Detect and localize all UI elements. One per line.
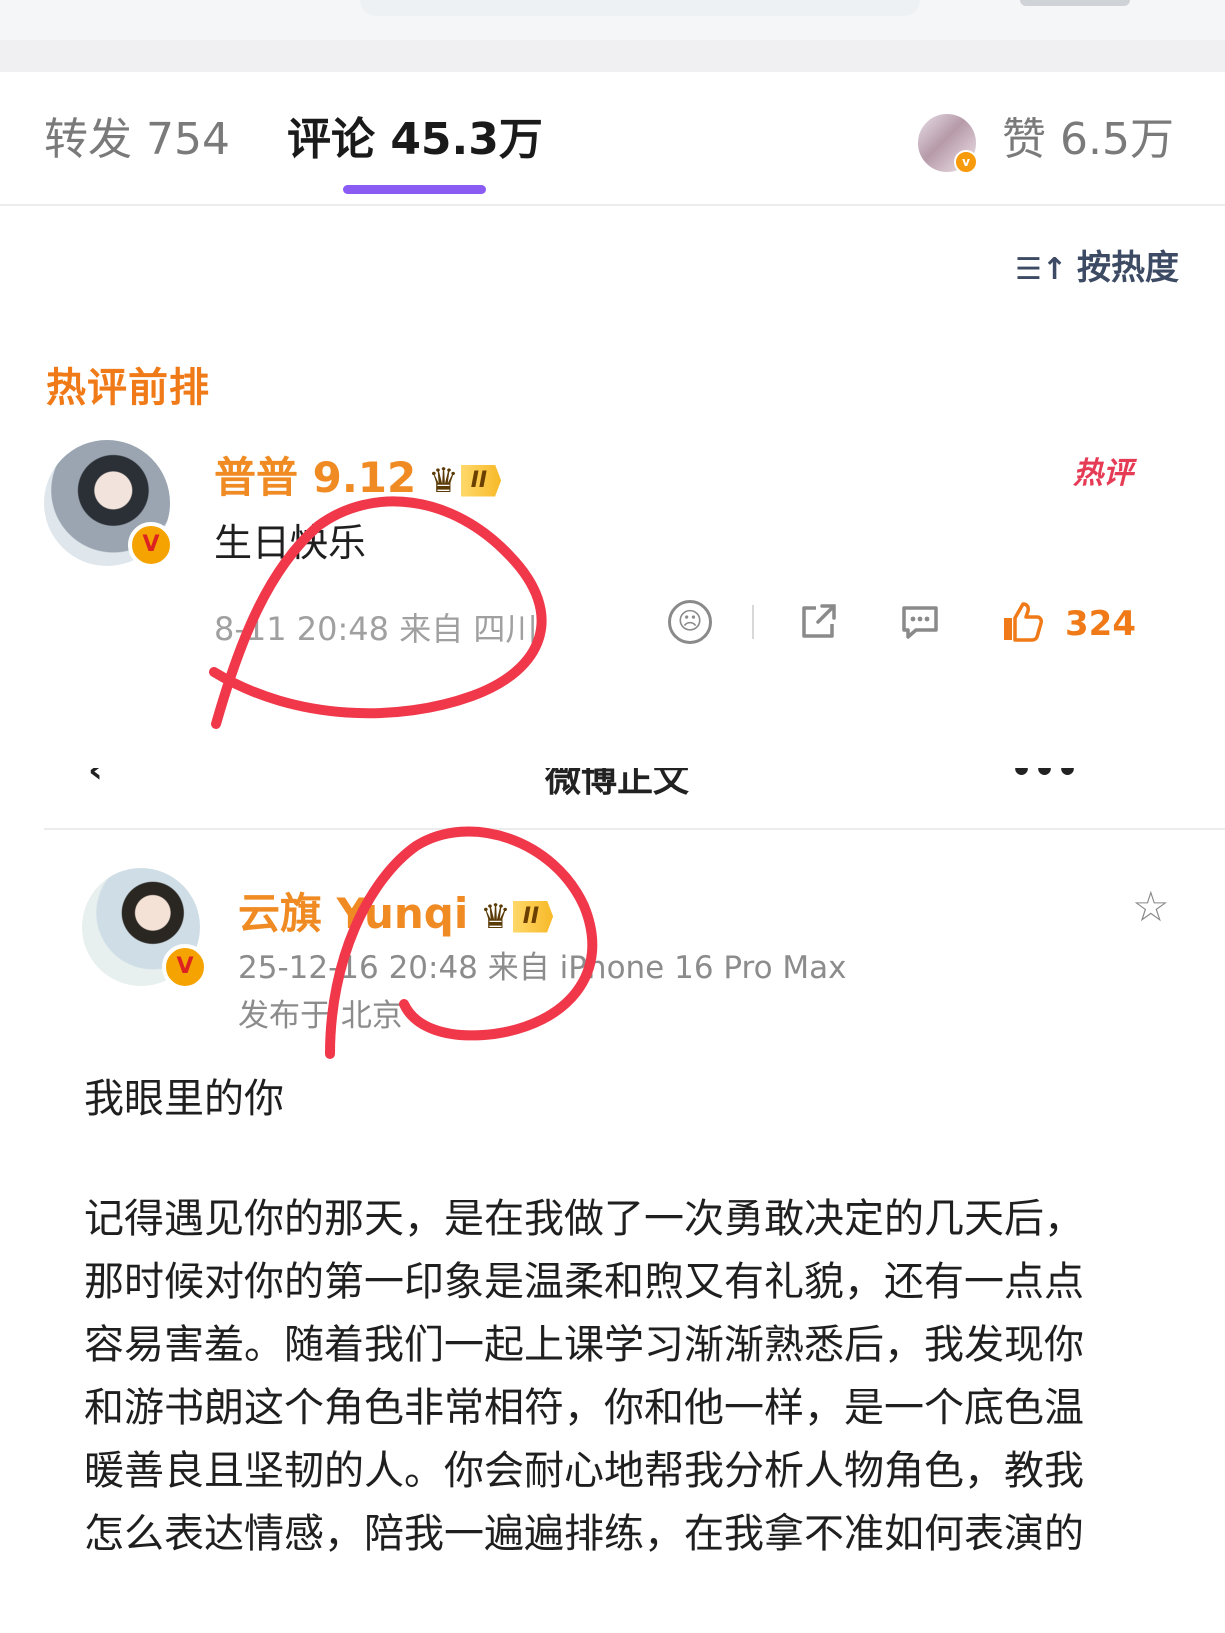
tab-bar: 转发 754 评论 45.3万 v 赞 6.5万 (0, 72, 1225, 206)
top-status-area (0, 0, 1225, 40)
active-tab-indicator (343, 185, 486, 194)
commenter-name[interactable]: 普普 9.12 (214, 453, 416, 502)
hot-comment-badge: 热评 (1073, 456, 1133, 491)
crown-icon: ♛ (428, 460, 459, 501)
reply-icon[interactable] (898, 600, 942, 644)
header-title: 微博正文 (545, 768, 690, 798)
post-title: 我眼里的你 (84, 1076, 284, 1122)
vip-crown-badge[interactable]: ♛ II (428, 460, 502, 501)
author-name[interactable]: 云旗 Yunqi (238, 889, 468, 938)
favorite-star-icon[interactable]: ☆ (1132, 882, 1170, 931)
post-body-line: 记得遇见你的那天，是在我做了一次勇敢决定的几天后， (84, 1196, 1084, 1242)
crown-icon: ♛ (480, 896, 511, 937)
tab-like[interactable]: 赞 6.5万 (1002, 112, 1174, 168)
post-body-line: 容易害羞。随着我们一起上课学习渐渐熟悉后，我发现你 (84, 1322, 1084, 1368)
dislike-face-icon[interactable]: ☹ (668, 600, 712, 644)
post-meta-location: 发布于 北京 (238, 998, 403, 1034)
author-name-row[interactable]: 云旗 Yunqi ♛ II (238, 880, 554, 941)
tab-comment[interactable]: 评论 45.3万 (287, 112, 543, 168)
verified-badge-icon: v (954, 150, 978, 174)
post-body-line: 那时候对你的第一印象是温柔和煦又有礼貌，还有一点点 (84, 1259, 1084, 1305)
back-icon[interactable]: ‹ (88, 768, 103, 791)
sort-by-hot-button[interactable]: ☰↑ 按热度 (1015, 240, 1179, 289)
action-divider (752, 605, 754, 639)
comment-text[interactable]: 生日快乐 (214, 512, 366, 567)
section-title: 热评前排 (46, 365, 210, 411)
sort-label: 按热度 (1077, 248, 1179, 288)
tab-repost[interactable]: 转发 754 (44, 112, 230, 168)
thumbs-up-icon[interactable] (1000, 600, 1044, 644)
share-icon[interactable] (796, 600, 840, 644)
commenter-avatar[interactable]: V (44, 440, 174, 568)
post-body-line: 和游书朗这个角色非常相符，你和他一样，是一个底色温 (84, 1385, 1084, 1431)
post-header-partial: ‹ 微博正文 ••• (0, 768, 1225, 798)
verified-badge-icon: V (128, 522, 174, 568)
vip-crown-badge[interactable]: ♛ II (480, 896, 554, 937)
vip-level: II (512, 900, 554, 933)
post-body-line: 暖善良且坚韧的人。你会耐心地帮我分析人物角色，教我 (84, 1448, 1084, 1494)
more-icon[interactable]: ••• (1010, 768, 1079, 791)
author-avatar[interactable]: V (82, 868, 208, 990)
liker-avatar[interactable]: v (916, 112, 978, 174)
vip-level: II (460, 464, 502, 497)
header-divider (44, 828, 1225, 830)
post-body-line: 怎么表达情感，陪我一遍遍排练，在我拿不准如何表演的 (84, 1511, 1084, 1557)
sort-icon: ☰↑ (1014, 252, 1067, 287)
top-handle (1020, 0, 1130, 6)
like-count: 324 (1065, 604, 1136, 644)
verified-badge-icon: V (162, 944, 208, 990)
section-gap (0, 40, 1225, 72)
top-search-pill (360, 0, 920, 16)
comment-meta: 8-11 20:48 来自 四川 (214, 610, 538, 648)
commenter-name-row[interactable]: 普普 9.12 ♛ II (214, 444, 502, 505)
post-meta-time: 25-12-16 20:48 来自 iPhone 16 Pro Max (238, 950, 847, 986)
post-body: 记得遇见你的那天，是在我做了一次勇敢决定的几天后， 那时候对你的第一印象是温柔和… (84, 1188, 1194, 1566)
